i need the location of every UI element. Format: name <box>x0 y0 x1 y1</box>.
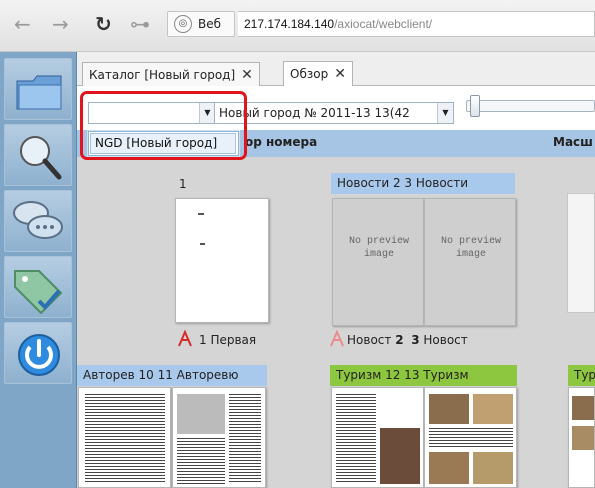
search-icon <box>20 136 62 180</box>
page-caption-text: Новост <box>423 333 468 347</box>
tourism-partial-header: Тур <box>568 365 595 386</box>
browser-toolbar: ← → ↻ ⊶ ◎ Веб 217.174.184.140/axiocat/we… <box>0 0 595 52</box>
back-icon[interactable]: ← <box>14 14 31 34</box>
search-rail-button[interactable] <box>4 124 72 186</box>
tourism-spread-header-label: Туризм 12 13 Туризм <box>336 368 469 382</box>
highlight-annotation <box>80 91 247 160</box>
close-icon[interactable]: ✕ <box>241 67 253 83</box>
page-number: 1 <box>179 177 187 191</box>
no-preview-text: No preview image <box>440 236 501 260</box>
url-host: 217.174.184.140 <box>244 17 335 31</box>
page-caption: 1 Первая <box>199 333 256 347</box>
header-col-scale: Масш <box>553 135 593 149</box>
page-thumbnail[interactable] <box>331 387 424 488</box>
pdf-icon[interactable] <box>328 329 346 349</box>
page-thumbnail[interactable]: No preview image <box>332 198 424 326</box>
tourism-partial-header-label: Тур <box>574 368 595 382</box>
page-thumbnail[interactable] <box>175 198 269 323</box>
tab-overview-label: Обзор <box>290 67 329 81</box>
globe-icon: ◎ <box>174 15 192 33</box>
tab-catalog-label: Каталог [Новый город] <box>89 68 236 82</box>
pdf-icon[interactable] <box>176 329 194 349</box>
header-col-issue: ор номера <box>245 135 318 149</box>
folder-icon <box>16 75 62 110</box>
url-path: /axiocat/webclient/ <box>334 17 433 31</box>
page-thumbnail[interactable] <box>78 387 171 488</box>
tab-bar: Каталог [Новый город] ✕ Обзор ✕ <box>77 52 595 87</box>
zoom-slider-track[interactable] <box>466 100 595 112</box>
autoreview-spread-header: Авторев 10 11 Авторевю <box>77 365 267 386</box>
chat-icon <box>13 201 63 239</box>
left-rail <box>0 52 77 488</box>
tab-catalog[interactable]: Каталог [Новый город] ✕ <box>82 62 260 87</box>
key-icon[interactable]: ⊶ <box>130 14 150 34</box>
page-thumbnail[interactable] <box>424 387 517 488</box>
chevron-down-icon[interactable]: ▼ <box>437 103 453 123</box>
reload-icon[interactable]: ↻ <box>95 14 112 34</box>
logout-rail-button[interactable] <box>4 322 72 384</box>
web-site-info-button[interactable]: ◎ Веб <box>167 11 235 37</box>
no-preview-text: No preview image <box>348 236 409 260</box>
page-thumbnail-partial[interactable] <box>568 387 595 488</box>
news-spread-header-label: Новости 2 3 Новости <box>337 176 469 190</box>
tag-check-icon <box>14 270 63 315</box>
page-caption-text: 1 Первая <box>199 333 257 347</box>
zoom-slider-thumb[interactable] <box>470 95 480 117</box>
issue-select[interactable]: Новый город № 2011-13 13(42 ▼ <box>214 102 454 124</box>
address-bar[interactable]: 217.174.184.140/axiocat/webclient/ <box>238 11 595 37</box>
chat-rail-button[interactable] <box>4 190 72 252</box>
page-caption: Новост 2 3 Новост <box>347 333 468 347</box>
forward-icon[interactable]: → <box>52 14 69 34</box>
tab-overview[interactable]: Обзор ✕ <box>283 61 353 87</box>
tourism-spread-header: Туризм 12 13 Туризм <box>330 365 517 386</box>
page-thumbnail[interactable]: No preview image <box>424 198 516 326</box>
page-thumbnail-partial[interactable] <box>567 193 595 313</box>
power-icon <box>18 334 60 376</box>
page-caption-text: Новост <box>347 333 392 347</box>
pages-grid: 1 Новости 2 3 Новости No preview image N… <box>77 157 595 488</box>
issue-select-value: Новый город № 2011-13 13(42 <box>219 106 410 120</box>
catalog-rail-button[interactable] <box>4 58 72 120</box>
page-caption-number: 3 <box>411 333 420 347</box>
news-spread-header: Новости 2 3 Новости <box>331 173 515 194</box>
close-icon[interactable]: ✕ <box>334 66 346 82</box>
autoreview-spread-header-label: Авторев 10 11 Авторевю <box>83 368 239 382</box>
web-label: Веб <box>198 17 222 31</box>
tags-rail-button[interactable] <box>4 256 72 318</box>
page-thumbnail[interactable] <box>172 387 266 488</box>
page-caption-number: 2 <box>395 333 404 347</box>
